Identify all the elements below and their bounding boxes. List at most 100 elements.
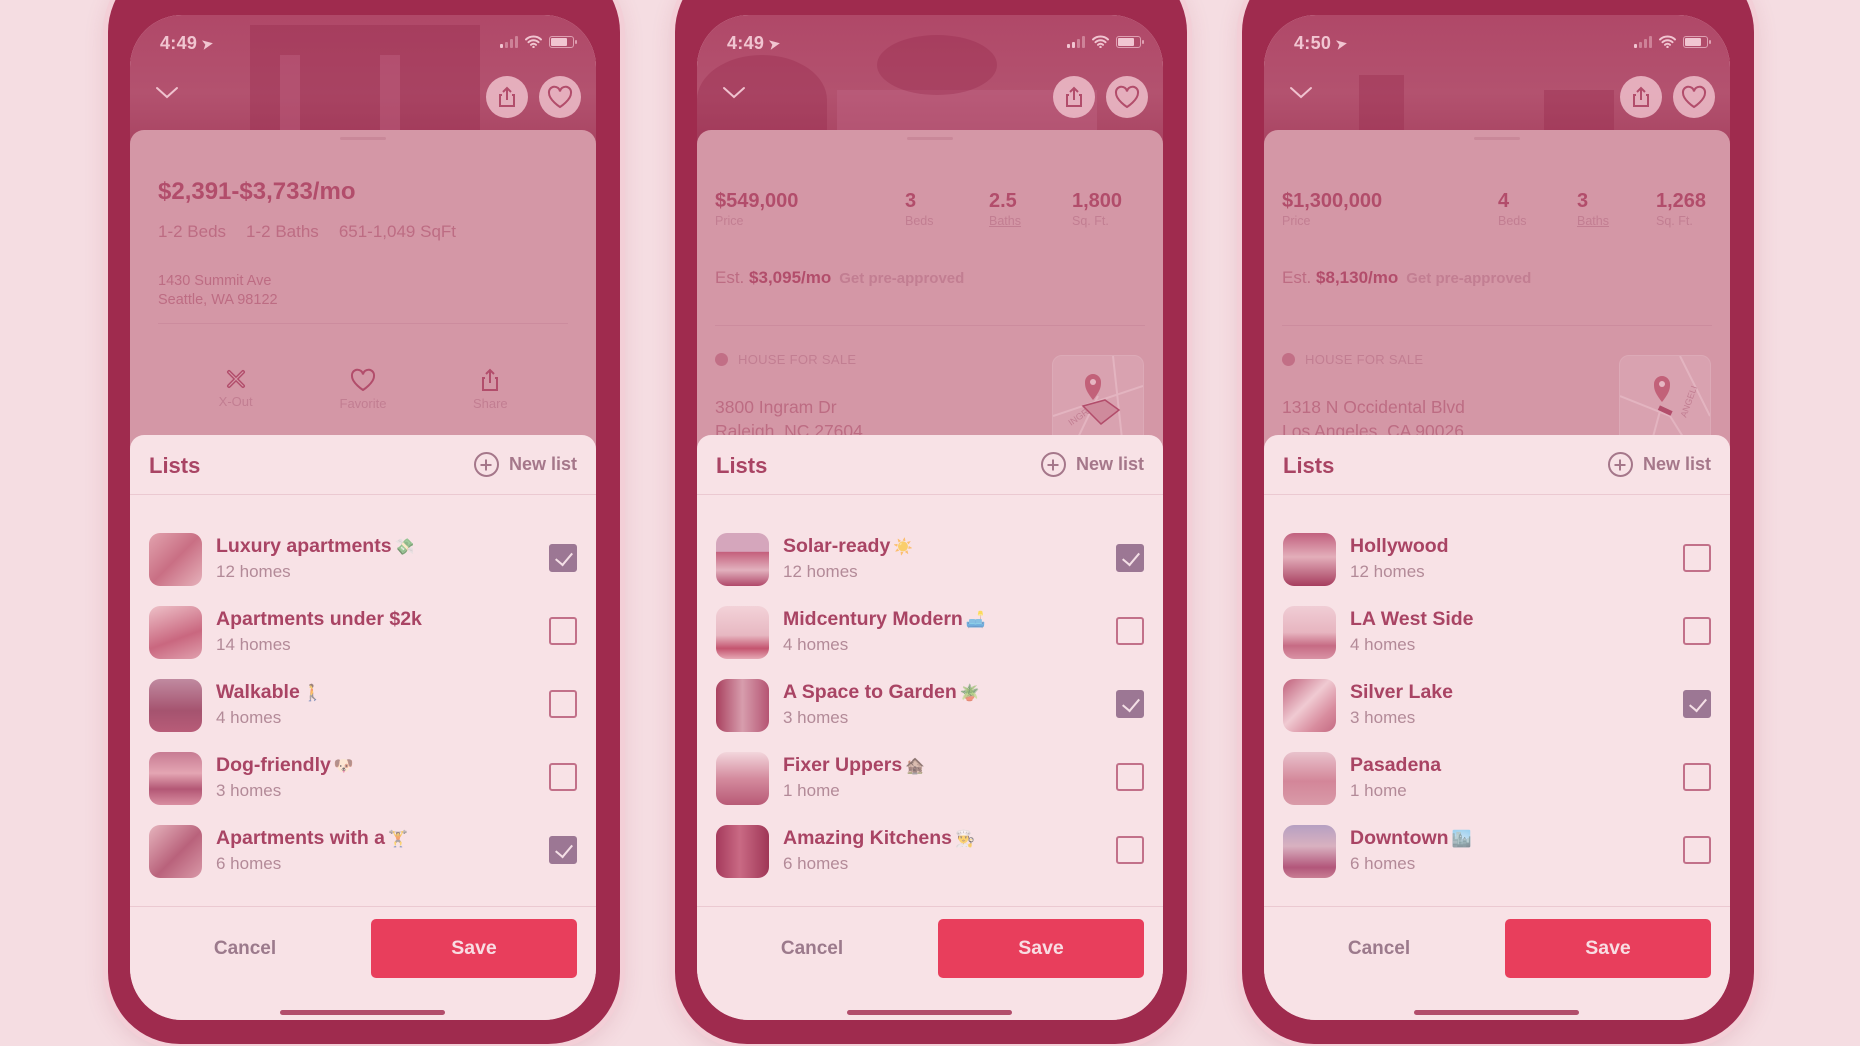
list-count: 6 homes [783,854,849,873]
list-checkbox[interactable] [1116,836,1144,864]
listing-specs: 1-2 Beds 1-2 Baths 651-1,049 SqFt [158,222,456,242]
list-item[interactable]: Midcentury Modern 🛋️ 4 homes [697,598,1163,671]
wifi-icon [1659,35,1676,48]
list-item[interactable]: Fixer Uppers 🏚️ 1 home [697,744,1163,817]
chevron-down-icon[interactable] [1288,85,1314,101]
map-thumbnail[interactable]: ANGELI [1619,355,1711,447]
new-list-button[interactable]: New list [1607,452,1711,477]
list-checkbox[interactable] [1683,617,1711,645]
cancel-button[interactable]: Cancel [1264,919,1494,978]
favorite-button[interactable] [1106,76,1148,118]
status-time: 4:50 ➤ [1294,33,1350,54]
beds-range: 1-2 Beds [158,222,227,241]
list-checkbox[interactable] [1683,763,1711,791]
list-name: A Space to Garden 🪴 [783,681,980,703]
share-button[interactable] [1620,76,1662,118]
list-item[interactable]: Solar-ready ☀️ 12 homes [697,525,1163,598]
new-list-button[interactable]: New list [1040,452,1144,477]
stat-price: $549,000 Price [715,190,799,228]
x-out-action[interactable]: X-Out [196,368,276,411]
new-list-label: New list [1642,454,1711,474]
cityscape-emoji-icon: 🏙️ [1451,831,1472,848]
phone-2: 4:49 ➤ $549,000 Price 3 Beds 2.5 Baths 1,800… [675,0,1187,1044]
home-indicator [847,1010,1012,1015]
list-checkbox[interactable] [1683,690,1711,718]
favorite-button[interactable] [539,76,581,118]
chevron-down-icon[interactable] [154,85,180,101]
lists-sheet: Lists New list Solar-ready ☀️ 12 homes Mi… [697,435,1163,1020]
get-preapproved-link[interactable]: Get pre-approved [839,270,964,287]
list-thumbnail [149,752,202,805]
favorite-button[interactable] [1673,76,1715,118]
map-thumbnail[interactable]: INGR [1052,355,1144,447]
drag-handle[interactable] [340,137,386,140]
dog-emoji-icon: 🐶 [333,758,354,775]
stat-beds: 4 Beds [1498,190,1527,228]
lists-title: Lists [149,453,201,478]
list-item[interactable]: Downtown 🏙️ 6 homes [1264,817,1730,890]
stat-sqft: 1,268 Sq. Ft. [1656,190,1707,228]
share-icon [1066,86,1082,107]
list-item[interactable]: LA West Side 4 homes [1264,598,1730,671]
chef-emoji-icon: 👨‍🍳 [955,831,975,848]
list-checkbox[interactable] [1116,763,1144,791]
list-checkbox[interactable] [549,836,577,864]
list-item[interactable]: Luxury apartments 💸 12 homes [130,525,596,598]
list-checkbox[interactable] [1116,690,1144,718]
list-item[interactable]: Apartments with a 🏋 6 homes [130,817,596,890]
listing-status: HOUSE FOR SALE [715,352,856,367]
cancel-button[interactable]: Cancel [697,919,927,978]
signal-icon [1067,35,1085,48]
heart-icon [1114,85,1140,109]
location-arrow-icon: ➤ [199,35,216,54]
list-item[interactable]: Silver Lake 3 homes [1264,671,1730,744]
list-count: 12 homes [216,562,291,581]
sun-emoji-icon: ☀️ [893,539,914,556]
get-preapproved-link[interactable]: Get pre-approved [1406,270,1531,287]
list-item[interactable]: Apartments under $2k 14 homes [130,598,596,671]
list-checkbox[interactable] [549,544,577,572]
drag-handle[interactable] [907,137,953,140]
list-checkbox[interactable] [1116,617,1144,645]
cancel-button[interactable]: Cancel [130,919,360,978]
new-list-button[interactable]: New list [473,452,577,477]
list-item[interactable]: Amazing Kitchens 👨‍🍳 6 homes [697,817,1163,890]
save-button[interactable]: Save [1505,919,1711,978]
save-button[interactable]: Save [938,919,1144,978]
share-button[interactable] [1053,76,1095,118]
heart-icon [1681,85,1707,109]
drag-handle[interactable] [1474,137,1520,140]
listing-info-card: $2,391-$3,733/mo 1-2 Beds 1-2 Baths 651-… [130,130,596,470]
list-thumbnail [716,533,769,586]
list-count: 3 homes [216,781,282,800]
list-thumbnail [716,679,769,732]
list-item[interactable]: Pasadena 1 home [1264,744,1730,817]
x-out-icon [226,370,245,388]
listing-status: HOUSE FOR SALE [1282,352,1423,367]
list-checkbox[interactable] [549,763,577,791]
share-action[interactable]: Share [450,368,530,411]
list-checkbox[interactable] [1116,544,1144,572]
list-checkbox[interactable] [549,690,577,718]
list-item[interactable]: Dog-friendly 🐶 3 homes [130,744,596,817]
stat-baths[interactable]: 3 Baths [1577,190,1609,228]
list-name: Midcentury Modern 🛋️ [783,608,986,630]
lists-footer: Cancel Save [1264,906,1730,1020]
status-icons [1067,35,1144,48]
stat-baths[interactable]: 2.5 Baths [989,190,1021,228]
list-item[interactable]: Walkable 🚶 4 homes [130,671,596,744]
list-checkbox[interactable] [1683,836,1711,864]
list-item[interactable]: A Space to Garden 🪴 3 homes [697,671,1163,744]
list-count: 4 homes [216,708,282,727]
list-checkbox[interactable] [1683,544,1711,572]
share-button[interactable] [486,76,528,118]
list-checkbox[interactable] [549,617,577,645]
map-pin-icon: ANGELI [1620,356,1710,446]
share-label: Share [472,396,508,411]
save-button[interactable]: Save [371,919,577,978]
lists-list: Solar-ready ☀️ 12 homes Midcentury Modern… [697,525,1163,890]
list-item[interactable]: Hollywood 12 homes [1264,525,1730,598]
chevron-down-icon[interactable] [721,85,747,101]
list-name: Solar-ready ☀️ [783,535,914,557]
favorite-action[interactable]: Favorite [323,368,403,411]
